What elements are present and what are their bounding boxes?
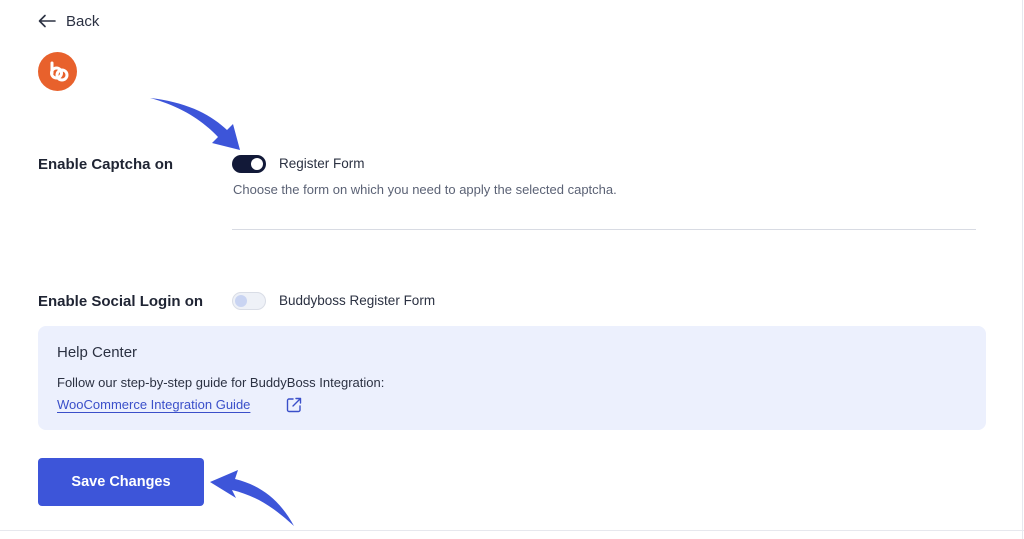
social-login-section-label: Enable Social Login on — [38, 293, 204, 310]
annotation-arrow-icon — [210, 470, 294, 526]
arrow-left-icon — [38, 14, 56, 28]
back-label: Back — [66, 12, 100, 30]
toggle-knob — [235, 295, 247, 307]
help-center-title: Help Center — [57, 344, 138, 361]
external-link-icon[interactable] — [285, 396, 303, 419]
save-changes-button[interactable]: Save Changes — [38, 458, 204, 506]
help-center-text: Follow our step-by-step guide for BuddyB… — [57, 375, 385, 390]
back-link[interactable]: Back — [38, 12, 99, 30]
section-divider — [232, 229, 976, 230]
settings-page: Back Enable Captcha on Register Form Cho… — [0, 0, 1024, 539]
frame-border-bottom — [0, 530, 1024, 531]
captcha-hint: Choose the form on which you need to app… — [233, 182, 617, 197]
annotation-arrow-icon — [150, 98, 240, 150]
social-login-option-label: Buddyboss Register Form — [279, 293, 436, 308]
buddyboss-logo-icon — [38, 52, 77, 91]
help-center-box: Help Center Follow our step-by-step guid… — [38, 326, 986, 430]
captcha-option-label: Register Form — [279, 156, 365, 171]
social-login-register-form-toggle[interactable] — [232, 292, 266, 310]
integration-guide-link[interactable]: WooCommerce Integration Guide — [57, 397, 250, 412]
frame-border-right — [1022, 0, 1023, 539]
